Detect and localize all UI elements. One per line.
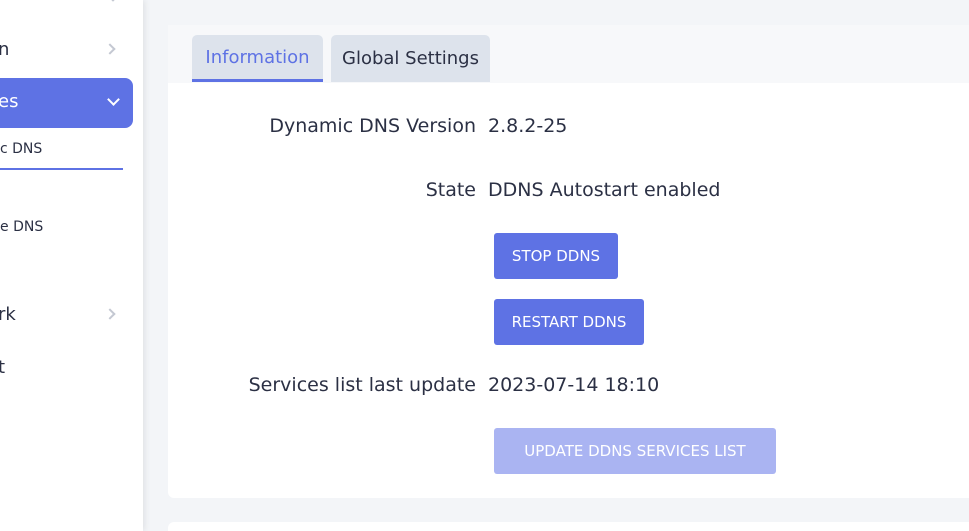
sidebar-item-label: rk (0, 303, 16, 325)
sidebar-item-network[interactable]: rk (0, 289, 133, 339)
services-update-label: Services list last update (248, 374, 476, 396)
sidebar: n es c DNS e DNS rk t (0, 0, 143, 531)
sidebar-item-services[interactable]: es (0, 78, 133, 128)
chevron-down-icon (107, 93, 120, 106)
sidebar-item-label: n (0, 38, 10, 60)
chevron-right-icon (104, 308, 116, 320)
tab-global-settings[interactable]: Global Settings (331, 35, 490, 82)
services-update-value: 2023-07-14 18:10 (488, 374, 660, 396)
tab-bar: Information Global Settings (168, 25, 969, 83)
chevron-down-icon[interactable] (107, 0, 119, 2)
tab-information[interactable]: Information (192, 35, 323, 82)
active-indicator (0, 168, 123, 170)
sidebar-subitem-dns[interactable]: e DNS (0, 219, 43, 235)
sidebar-item-system[interactable]: n (0, 24, 133, 74)
state-value: DDNS Autostart enabled (488, 179, 721, 201)
state-label: State (425, 179, 476, 201)
chevron-right-icon (104, 43, 116, 55)
sidebar-item-logout[interactable]: t (0, 342, 133, 392)
stop-ddns-button[interactable]: STOP DDNS (494, 233, 618, 279)
update-services-list-button[interactable]: UPDATE DDNS SERVICES LIST (494, 428, 776, 474)
restart-ddns-button[interactable]: RESTART DDNS (494, 299, 644, 345)
sidebar-item-label: es (0, 91, 19, 112)
sidebar-subitem-label: e DNS (0, 219, 44, 235)
sidebar-subitem-label: c DNS (0, 141, 43, 157)
sidebar-item-label: t (0, 356, 6, 378)
version-value: 2.8.2-25 (488, 115, 568, 137)
main-card: Information Global Settings Dynamic DNS … (168, 25, 969, 498)
sidebar-subitem-dynamic-dns[interactable]: c DNS (0, 141, 42, 157)
version-label: Dynamic DNS Version (269, 115, 476, 137)
secondary-card (168, 522, 969, 531)
